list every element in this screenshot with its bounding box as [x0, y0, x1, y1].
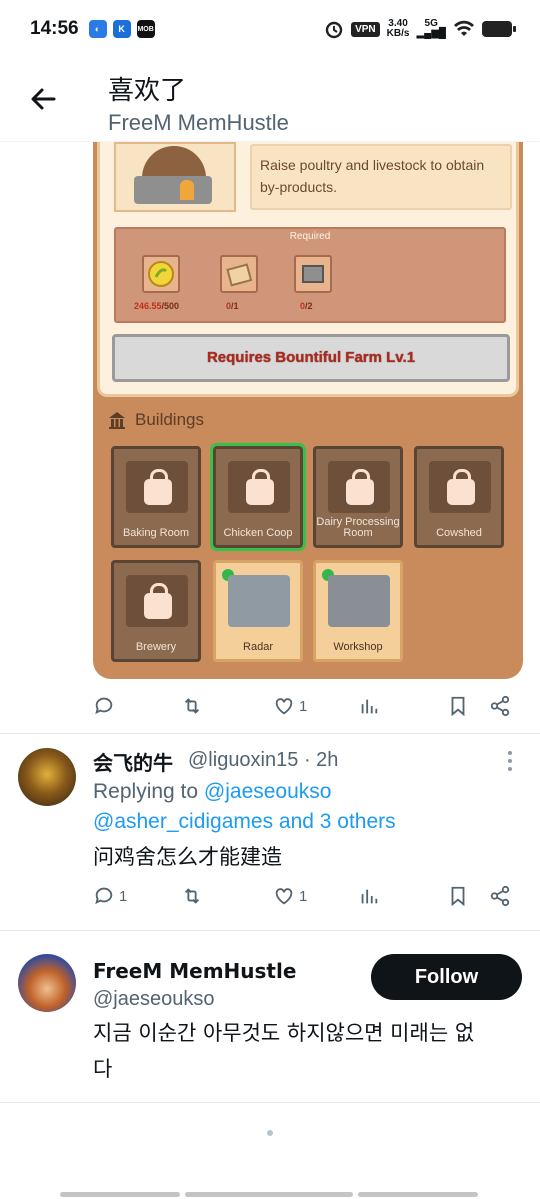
- like-count: 1: [299, 887, 308, 905]
- divider: [0, 733, 540, 734]
- stone-block-icon: [294, 255, 332, 293]
- divider: [0, 1102, 540, 1103]
- like-count: 1: [299, 697, 308, 715]
- alarm-icon: [325, 21, 343, 39]
- retweet-button[interactable]: [181, 885, 203, 907]
- building-tile-cowshed[interactable]: Cowshed: [414, 446, 504, 548]
- lock-icon: [346, 469, 374, 505]
- reply-author-handle[interactable]: @liguoxin15 · 2h: [188, 749, 338, 772]
- buildings-heading: Buildings: [107, 410, 204, 430]
- building-tile-workshop[interactable]: Workshop: [313, 560, 403, 662]
- reply-button[interactable]: [93, 695, 115, 717]
- wood-block-icon: [220, 255, 258, 293]
- avatar-liguoxin15[interactable]: [18, 748, 76, 806]
- tweet-media-image[interactable]: Raise poultry and livestock to obtain by…: [93, 142, 523, 679]
- reply-tweet-text: 问鸡舍怎么才能建造: [93, 845, 282, 869]
- status-time: 14:56: [30, 18, 79, 39]
- buildings-label: Buildings: [135, 410, 204, 429]
- bookmark-button[interactable]: [447, 695, 469, 717]
- reply-action-bar: 1 1: [93, 881, 523, 911]
- nav-bar-segment: [358, 1192, 478, 1197]
- heart-icon: [275, 888, 293, 905]
- share-button[interactable]: [489, 885, 511, 907]
- tweet-action-bar: 1: [93, 691, 523, 721]
- author-tweet-text-line1: 지금 이순간 아무것도 하지않으면 미래는 없: [93, 1021, 475, 1045]
- signal-indicator: 5G ▂▄▆█: [416, 18, 446, 39]
- requires-farm-button[interactable]: Requires Bountiful Farm Lv.1: [112, 334, 510, 382]
- lock-icon: [447, 469, 475, 505]
- app-notification-icon: ◐: [88, 20, 107, 38]
- nav-bar-segment: [185, 1192, 353, 1197]
- avatar-jaeseoukso[interactable]: [18, 954, 76, 1012]
- like-button[interactable]: 1: [273, 885, 307, 907]
- replying-to-line: Replying to @jaeseoukso: [93, 780, 332, 803]
- loading-indicator: [267, 1130, 273, 1136]
- reply-time: · 2h: [303, 749, 339, 771]
- stone-requirement: 0/2: [300, 301, 313, 311]
- building-tile-brewery[interactable]: Brewery: [111, 560, 201, 662]
- network-speed: 3.40 KB/s: [386, 18, 410, 39]
- battery-icon: [482, 21, 516, 37]
- lock-icon: [144, 583, 172, 619]
- building-description: Raise poultry and livestock to obtain by…: [250, 144, 512, 210]
- required-label: Required: [289, 231, 331, 242]
- retweet-button[interactable]: [181, 695, 203, 717]
- mention-link-jaeseoukso[interactable]: @jaeseoukso: [204, 780, 332, 803]
- views-icon: [361, 889, 378, 904]
- reply-icon: [95, 697, 113, 715]
- page-title: 喜欢了: [108, 76, 187, 106]
- retweet-icon: [184, 698, 200, 714]
- share-button[interactable]: [489, 695, 511, 717]
- mention-link-others[interactable]: @asher_cidigames and 3 others: [93, 810, 396, 834]
- reply-icon: [95, 887, 113, 905]
- follow-button[interactable]: Follow: [371, 954, 522, 1000]
- lock-icon: [246, 469, 274, 505]
- lock-icon: [144, 469, 172, 505]
- page-subtitle: FreeM MemHustle: [108, 110, 289, 135]
- reply-author-name[interactable]: 会飞的牛: [93, 747, 173, 776]
- author-tweet-text-line2: 다: [93, 1057, 113, 1081]
- like-button[interactable]: 1: [273, 695, 307, 717]
- author-name[interactable]: FreeM MemHustle: [93, 959, 296, 983]
- requirements-box: Required 246.55/500 0/1 0/2: [114, 227, 506, 323]
- bookmark-icon: [451, 886, 465, 907]
- status-bar: 14:56 ◐ K MOB VPN 3.40 KB/s 5G ▂▄▆█: [0, 0, 540, 58]
- reply-button[interactable]: 1: [93, 885, 127, 907]
- chicken-coop-illustration: [114, 142, 236, 212]
- retweet-icon: [184, 888, 200, 904]
- back-arrow-icon[interactable]: [26, 82, 60, 116]
- building-detail-panel: Raise poultry and livestock to obtain by…: [97, 142, 519, 397]
- wifi-icon: [454, 20, 474, 36]
- share-icon: [490, 885, 510, 907]
- wood-requirement: 0/1: [226, 301, 239, 311]
- views-icon: [361, 699, 378, 714]
- author-handle[interactable]: @jaeseoukso: [93, 988, 214, 1011]
- vpn-badge: VPN: [351, 21, 380, 37]
- views-button[interactable]: [358, 695, 380, 717]
- share-icon: [490, 695, 510, 717]
- more-options-icon[interactable]: [507, 750, 513, 772]
- building-tile-dairy-processing-room[interactable]: Dairy Processing Room: [313, 446, 403, 548]
- building-icon: [109, 412, 125, 429]
- divider: [0, 930, 540, 931]
- bookmark-icon: [451, 696, 465, 717]
- building-tile-baking-room[interactable]: Baking Room: [111, 446, 201, 548]
- building-tile-radar[interactable]: Radar: [213, 560, 303, 662]
- building-tile-chicken-coop[interactable]: Chicken Coop: [210, 443, 306, 551]
- reply-count: 1: [119, 887, 128, 905]
- k-app-icon: K: [112, 20, 131, 38]
- app-header: 喜欢了 FreeM MemHustle: [0, 58, 540, 142]
- heart-icon: [275, 698, 293, 715]
- mob-app-icon: MOB: [136, 20, 155, 38]
- views-button[interactable]: [358, 885, 380, 907]
- coin-requirement: 246.55/500: [134, 301, 180, 311]
- coin-icon: [142, 255, 180, 293]
- bookmark-button[interactable]: [447, 885, 469, 907]
- nav-bar-segment: [60, 1192, 180, 1197]
